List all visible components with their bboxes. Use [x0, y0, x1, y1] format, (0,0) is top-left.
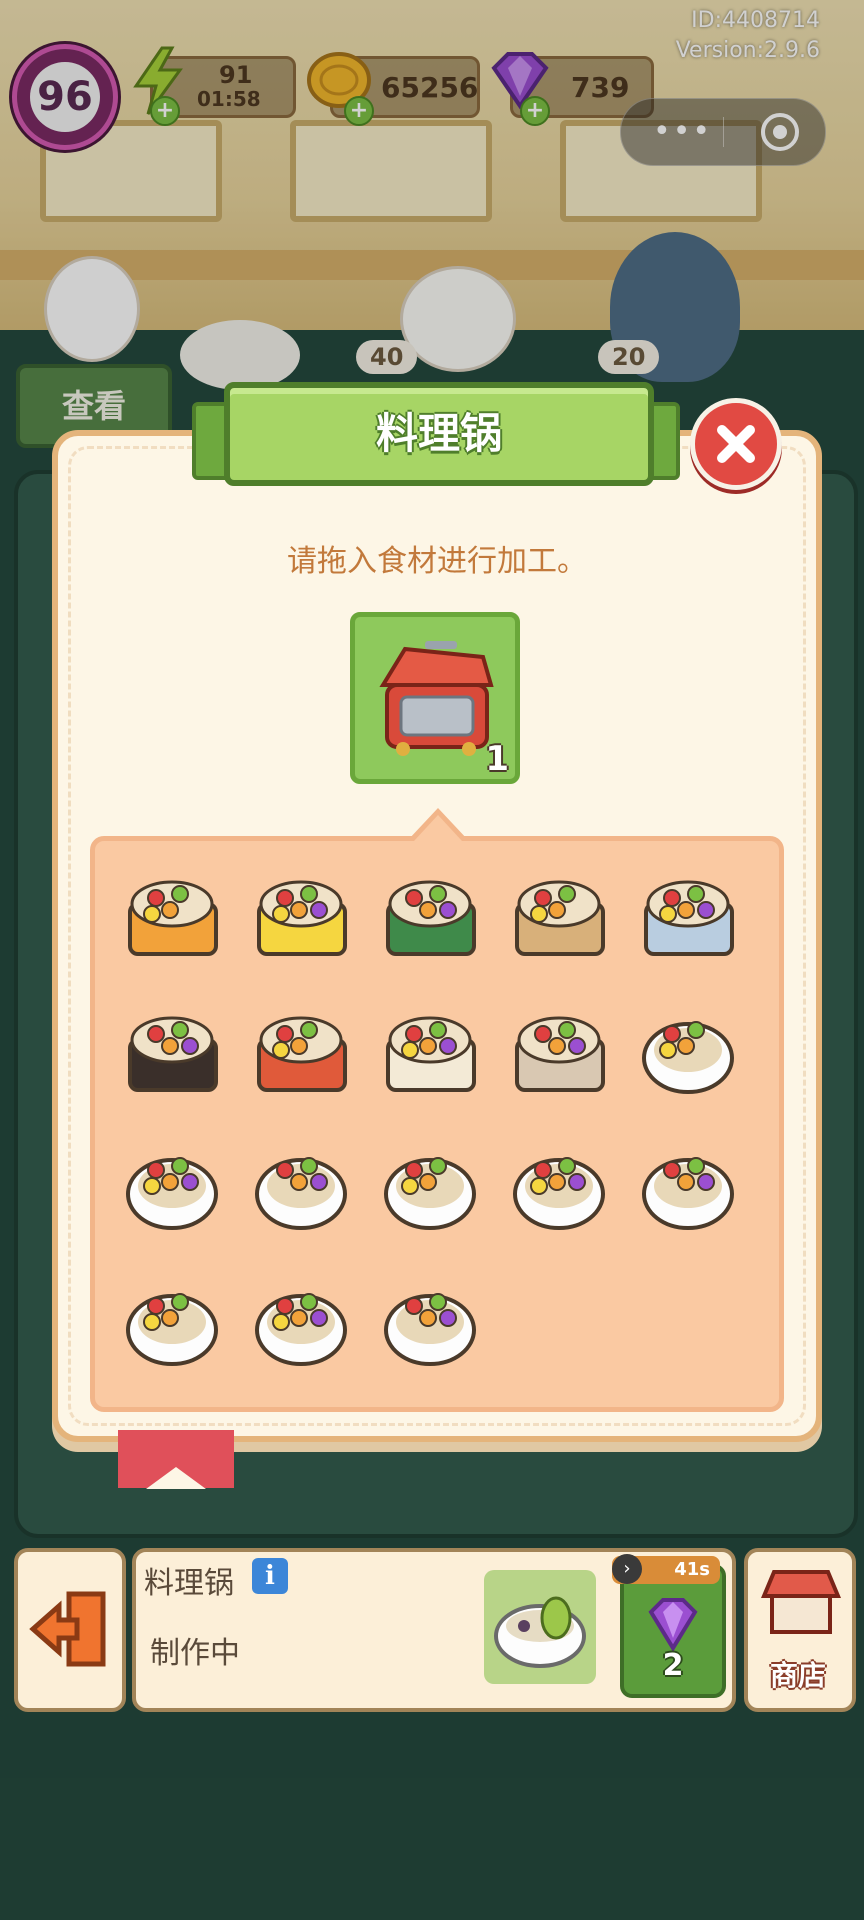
recipe-item[interactable]: [251, 1000, 353, 1102]
recipe-item[interactable]: [380, 1272, 482, 1374]
recipe-item[interactable]: [122, 1272, 224, 1374]
bookmark-ribbon: [118, 1430, 234, 1489]
info-icon[interactable]: i: [252, 1558, 288, 1594]
recipe-item[interactable]: [122, 1136, 224, 1238]
steak-bento-icon: [515, 1016, 605, 1092]
cooking-dish-slot[interactable]: [484, 1570, 596, 1684]
fish-bento-icon: [515, 880, 605, 956]
grid-pointer: [408, 808, 468, 841]
cooking-pot-icon: [379, 641, 494, 756]
avocado-salad-icon: [255, 1293, 347, 1366]
lemon-salad-icon: [126, 1293, 218, 1366]
chicken-salad-icon: [642, 1157, 734, 1230]
berry-salad-icon: [126, 1157, 218, 1230]
avocado-bowl-icon: [384, 1157, 476, 1230]
recipe-item[interactable]: [380, 1136, 482, 1238]
shrimp-bento-icon: [257, 880, 347, 956]
close-icon: [717, 425, 755, 463]
orange-salad-icon: [255, 1157, 347, 1230]
pot-count: 1: [485, 739, 509, 779]
dialog-title: 料理锅: [375, 409, 502, 458]
recipe-item[interactable]: [509, 1000, 611, 1102]
cooking-pot-slot[interactable]: 1: [350, 612, 520, 784]
veggie-bento-icon: [386, 880, 476, 956]
recipe-item[interactable]: [380, 1000, 482, 1102]
shop-label: 商店: [769, 1659, 826, 1692]
salmon-bento-icon: [128, 880, 218, 956]
carrot-salad-icon: [513, 1157, 605, 1230]
roll-bento-icon: [644, 880, 734, 956]
recipe-item[interactable]: [509, 1136, 611, 1238]
fruit-bowl-icon: [384, 1293, 476, 1366]
recipe-item[interactable]: [638, 1136, 740, 1238]
ham-bento-icon: [257, 1016, 347, 1092]
close-button[interactable]: [690, 398, 782, 490]
station-name: 料理锅: [144, 1566, 234, 1601]
sashimi-bento-icon: [128, 1016, 218, 1092]
recipe-item[interactable]: [251, 1136, 353, 1238]
shop-awning-icon: [761, 1570, 841, 1634]
recipe-item[interactable]: [251, 864, 353, 966]
recipe-item[interactable]: [509, 864, 611, 966]
recipe-item[interactable]: [122, 1000, 224, 1102]
speed-up-cost: 2: [662, 1648, 684, 1683]
exit-door-icon: [29, 1591, 106, 1667]
recipe-item[interactable]: [251, 1272, 353, 1374]
title-ribbon: 料理锅: [224, 382, 654, 486]
recipe-item[interactable]: [380, 864, 482, 966]
tomato-salad-icon: [642, 1021, 734, 1094]
gem-icon: [648, 1598, 698, 1652]
meatball-bento-icon: [386, 1016, 476, 1092]
station-status: 制作中: [150, 1636, 240, 1671]
drag-ingredient-hint: 请拖入食材进行加工。: [287, 544, 587, 579]
avocado-bowl-icon: [494, 1596, 586, 1668]
recipe-item[interactable]: [638, 1000, 740, 1102]
exit-button[interactable]: [14, 1548, 126, 1712]
chevron-right-icon: ›: [612, 1554, 642, 1584]
recipe-item[interactable]: [122, 864, 224, 966]
recipe-item[interactable]: [638, 864, 740, 966]
